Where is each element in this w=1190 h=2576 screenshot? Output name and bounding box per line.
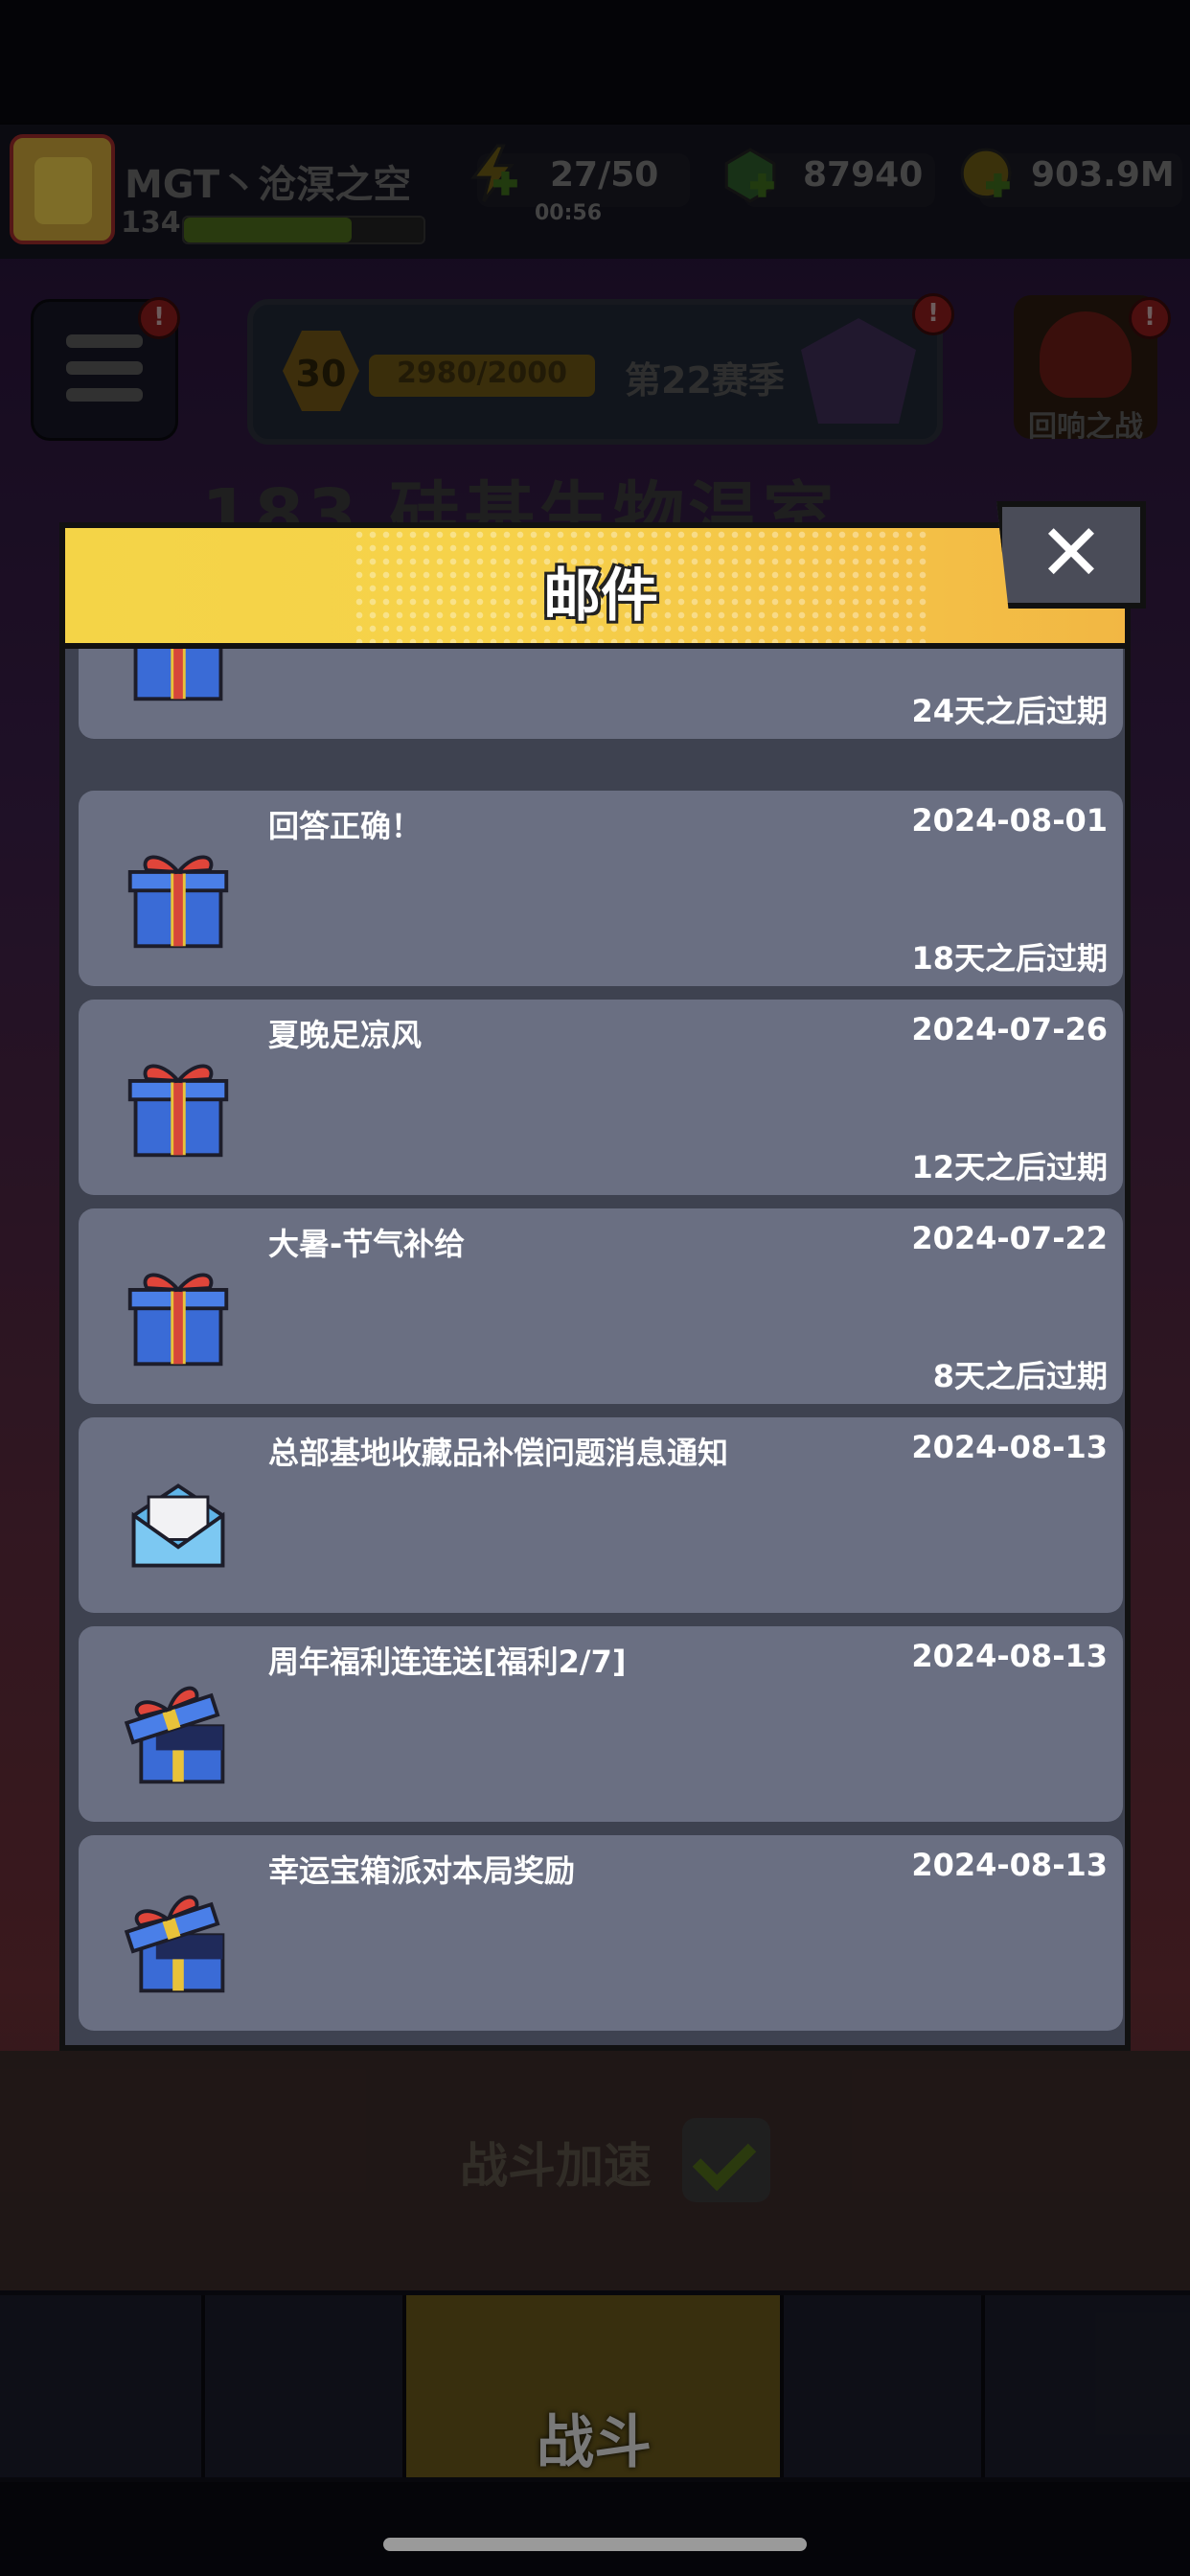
mail-expire: 12天之后过期 xyxy=(911,1149,1108,1185)
gift-closed-icon xyxy=(127,1064,229,1158)
mail-date: 2024-07-22 xyxy=(911,1220,1108,1256)
gift-open-icon xyxy=(124,1686,225,1784)
gift-closed-icon xyxy=(127,1273,229,1367)
mail-item[interactable]: 24天之后过期 xyxy=(79,649,1123,739)
mail-item[interactable]: 大暑-节气补给 2024-07-22 8天之后过期 xyxy=(79,1208,1123,1404)
mail-item[interactable]: 周年福利连连送[福利2/7] 2024-08-13 xyxy=(79,1626,1123,1822)
mail-expire: 8天之后过期 xyxy=(932,1358,1108,1394)
mail-title: 幸运宝箱派对本局奖励 xyxy=(268,1852,576,1889)
close-icon: ✕ xyxy=(1038,508,1105,599)
mail-item[interactable]: 幸运宝箱派对本局奖励 2024-08-13 xyxy=(79,1835,1123,2031)
mail-date: 2024-07-26 xyxy=(911,1011,1108,1047)
envelope-open-icon xyxy=(131,1484,225,1568)
close-button[interactable]: ✕ xyxy=(996,501,1146,609)
gift-closed-icon xyxy=(127,855,229,949)
mail-date: 2024-08-01 xyxy=(911,802,1108,839)
mail-date: 2024-08-13 xyxy=(911,1429,1108,1465)
mail-title: 总部基地收藏品补偿问题消息通知 xyxy=(268,1435,729,1471)
mail-title: 回答正确！ xyxy=(268,808,423,844)
mail-modal-header: 邮件 xyxy=(59,522,1131,649)
mail-expire: 24天之后过期 xyxy=(911,693,1108,729)
mail-list[interactable]: 24天之后过期 回答正确！ 2024-08-01 18天之后过期 夏晚足凉风 2… xyxy=(59,649,1131,2051)
modal-title: 邮件 xyxy=(543,563,658,630)
gift-open-icon xyxy=(124,1895,225,1993)
mail-date: 2024-08-13 xyxy=(911,1638,1108,1674)
mail-item[interactable]: 夏晚足凉风 2024-07-26 12天之后过期 xyxy=(79,1000,1123,1195)
gift-closed-icon xyxy=(133,649,223,702)
mail-expire: 18天之后过期 xyxy=(911,940,1108,977)
home-indicator[interactable] xyxy=(383,2538,807,2551)
mail-date: 2024-08-13 xyxy=(911,1847,1108,1883)
mail-item[interactable]: 总部基地收藏品补偿问题消息通知 2024-08-13 xyxy=(79,1417,1123,1613)
mail-title: 夏晚足凉风 xyxy=(268,1017,423,1053)
mail-title: 周年福利连连送[福利2/7] xyxy=(268,1644,627,1680)
mail-item[interactable]: 回答正确！ 2024-08-01 18天之后过期 xyxy=(79,791,1123,986)
mail-title: 大暑-节气补给 xyxy=(268,1226,466,1262)
